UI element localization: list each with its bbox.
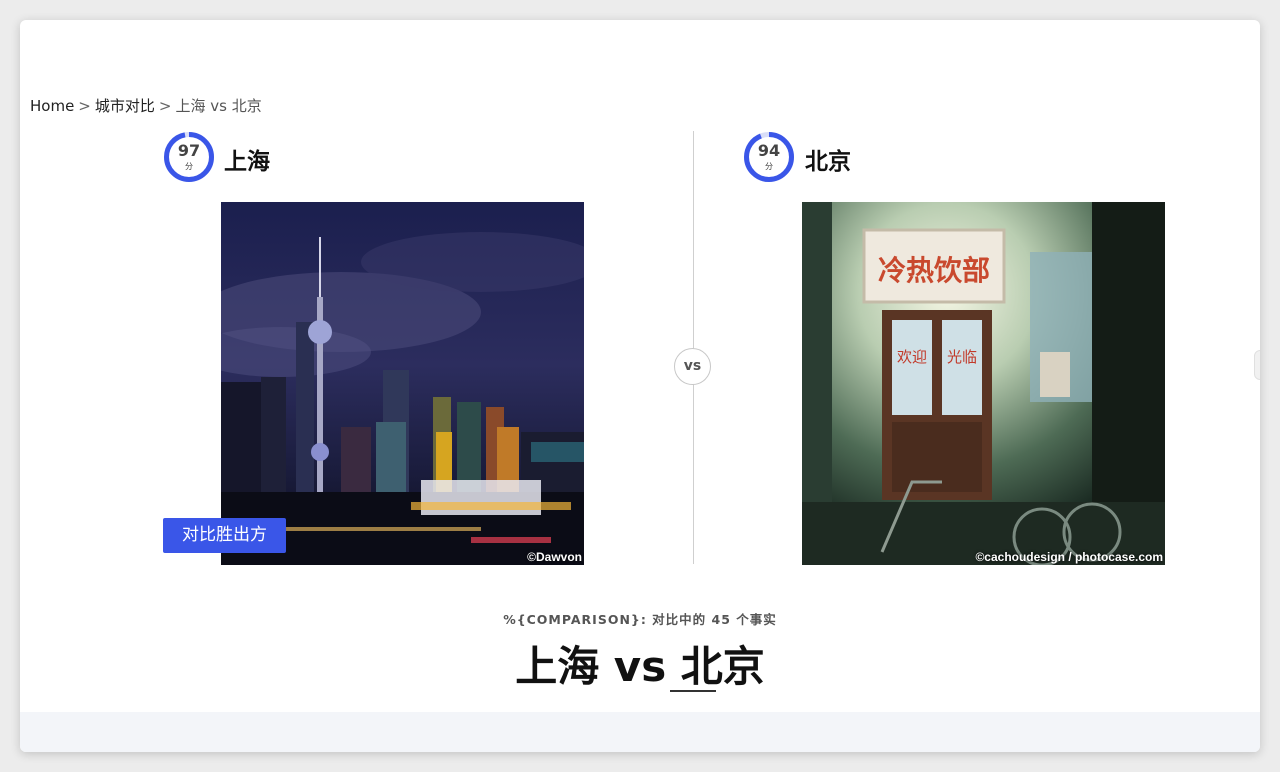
score-unit-left: 分	[185, 162, 193, 171]
footer-band	[20, 712, 1260, 752]
score-ring-right: 94 分	[743, 131, 795, 183]
page-window: Home > 城市对比 > 上海 vs 北京 97 分 上海 94 分 北京 ©…	[20, 20, 1260, 752]
vs-badge: vs	[674, 348, 711, 385]
city-name-right[interactable]: 北京	[805, 142, 851, 176]
shop-sign-text: 冷热饮部	[878, 254, 990, 287]
photo-credit-left: ©Dawvon	[527, 550, 582, 564]
score-value-left: 97	[177, 141, 201, 160]
breadcrumb-separator: >	[78, 97, 91, 115]
score-value-right: 94	[757, 141, 781, 160]
breadcrumb-home-link[interactable]: Home	[30, 97, 74, 115]
score-unit-right: 分	[765, 162, 773, 171]
scroll-handle[interactable]	[1254, 350, 1260, 380]
photo-credit-right: ©cachoudesign / photocase.com	[975, 550, 1163, 564]
breadcrumb: Home > 城市对比 > 上海 vs 北京	[30, 95, 262, 116]
city-name-left[interactable]: 上海	[224, 142, 270, 176]
score-ring-left: 97 分	[163, 131, 215, 183]
page-title: 上海 vs 北京	[515, 642, 765, 691]
breadcrumb-separator: >	[158, 97, 172, 115]
city-photo-left[interactable]: ©Dawvon	[221, 202, 584, 565]
title-underline	[670, 690, 716, 692]
comparison-subtitle: %{COMPARISON}: 对比中的 45 个事实	[503, 612, 777, 627]
winner-badge: 对比胜出方	[163, 518, 286, 553]
breadcrumb-section-link[interactable]: 城市对比	[95, 97, 155, 115]
door-text-right: 光临	[947, 348, 977, 366]
breadcrumb-current: 上海 vs 北京	[175, 97, 262, 115]
city-photo-right[interactable]: 冷热饮部 欢迎 光临 ©cachoudesign / photocase.com	[802, 202, 1165, 565]
door-text-left: 欢迎	[897, 348, 927, 366]
